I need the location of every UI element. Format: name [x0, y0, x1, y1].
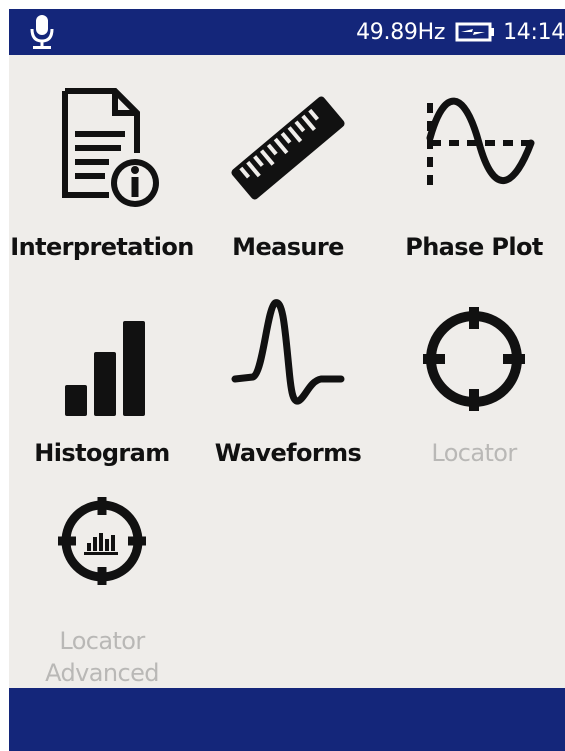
app-tile-waveforms[interactable]: Waveforms — [195, 269, 381, 475]
app-tile-locator[interactable]: Locator — [381, 269, 565, 475]
app-tile-histogram[interactable]: Histogram — [9, 269, 195, 475]
crosshair-histogram-icon — [9, 485, 195, 615]
app-label: Waveforms — [214, 439, 362, 467]
app-label-line1: Locator — [59, 627, 145, 655]
clock: 14:14 — [503, 19, 565, 45]
app-tile-phase-plot[interactable]: Phase Plot — [381, 63, 565, 269]
crosshair-icon — [381, 289, 565, 419]
battery-charging-icon — [455, 22, 495, 42]
histogram-icon — [9, 289, 195, 419]
interpretation-icon — [9, 83, 195, 213]
app-label: Interpretation — [10, 233, 194, 261]
phase-plot-icon — [381, 83, 565, 213]
device-screen: 49.89Hz 14:14 Interpretation Measure Pha… — [0, 0, 565, 751]
ruler-icon — [195, 83, 381, 213]
app-label: Histogram — [34, 439, 170, 467]
status-bar: 49.89Hz 14:14 — [9, 9, 565, 55]
bottom-bar — [9, 688, 565, 751]
app-label: Phase Plot — [405, 233, 543, 261]
app-label: Locator — [431, 439, 517, 467]
microphone-icon — [30, 15, 54, 49]
app-grid: Interpretation Measure Phase Plot Histog… — [9, 55, 565, 688]
frequency-readout: 49.89Hz — [356, 19, 446, 45]
app-tile-locator-advanced[interactable]: Locator Advanced — [9, 475, 195, 687]
app-label-line2: Advanced — [45, 659, 159, 687]
app-label: Locator Advanced — [0, 625, 205, 689]
waveform-icon — [195, 289, 381, 419]
app-tile-interpretation[interactable]: Interpretation — [9, 63, 195, 269]
app-label: Measure — [232, 233, 344, 261]
app-tile-measure[interactable]: Measure — [195, 63, 381, 269]
